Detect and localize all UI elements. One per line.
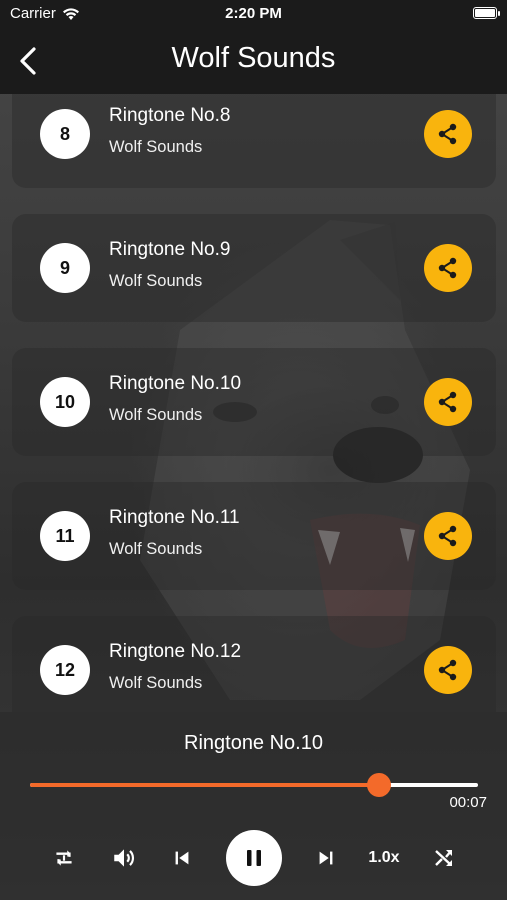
ringtone-title: Ringtone No.9 bbox=[109, 239, 231, 260]
progress-slider[interactable] bbox=[30, 773, 478, 797]
ringtone-item[interactable]: 10 Ringtone No.10 Wolf Sounds bbox=[12, 348, 496, 456]
share-icon bbox=[438, 659, 457, 681]
progress-played bbox=[30, 783, 380, 787]
nav-bar: Wolf Sounds bbox=[0, 28, 507, 94]
ringtone-number-badge: 8 bbox=[40, 109, 90, 159]
pause-button[interactable] bbox=[226, 830, 282, 886]
status-time: 2:20 PM bbox=[225, 5, 282, 22]
volume-button[interactable] bbox=[108, 830, 140, 886]
battery-icon bbox=[473, 7, 500, 19]
audio-player: Ringtone No.10 00:07 1.0x bbox=[0, 712, 507, 900]
ringtone-title: Ringtone No.10 bbox=[109, 373, 242, 394]
previous-icon bbox=[175, 851, 189, 865]
page-title: Wolf Sounds bbox=[171, 42, 336, 74]
share-button[interactable] bbox=[424, 244, 472, 292]
next-button[interactable] bbox=[310, 830, 342, 886]
ringtone-number-badge: 10 bbox=[40, 377, 90, 427]
ringtone-subtitle: Wolf Sounds bbox=[109, 138, 203, 156]
ringtone-title: Ringtone No.11 bbox=[109, 507, 240, 528]
ringtone-item[interactable]: 11 Ringtone No.11 Wolf Sounds bbox=[12, 482, 496, 590]
repeat-icon bbox=[56, 850, 72, 866]
battery-level bbox=[475, 9, 495, 17]
status-bar: Carrier 2:20 PM bbox=[0, 0, 507, 28]
ringtone-item[interactable]: 12 Ringtone No.12 Wolf Sounds bbox=[12, 616, 496, 712]
shuffle-button[interactable] bbox=[428, 830, 460, 886]
volume-icon bbox=[114, 849, 134, 867]
now-playing-title: Ringtone No.10 bbox=[184, 732, 323, 754]
ringtone-number-badge: 9 bbox=[40, 243, 90, 293]
progress-thumb[interactable] bbox=[367, 773, 392, 797]
share-button[interactable] bbox=[424, 110, 472, 158]
next-icon bbox=[319, 851, 333, 865]
shuffle-icon bbox=[435, 850, 452, 866]
previous-button[interactable] bbox=[166, 830, 198, 886]
share-button[interactable] bbox=[424, 646, 472, 694]
ringtone-number-badge: 11 bbox=[40, 511, 90, 561]
app-screen: Carrier 2:20 PM Wolf Sounds 8 Ringtone N… bbox=[0, 0, 507, 900]
ringtone-subtitle: Wolf Sounds bbox=[109, 406, 203, 424]
ringtone-number-badge: 12 bbox=[40, 645, 90, 695]
ringtone-subtitle: Wolf Sounds bbox=[109, 674, 203, 692]
playback-speed-button[interactable]: 1.0x bbox=[362, 830, 406, 886]
ringtone-subtitle: Wolf Sounds bbox=[109, 272, 203, 290]
ringtone-title: Ringtone No.12 bbox=[109, 641, 242, 662]
player-controls: 1.0x bbox=[0, 830, 507, 886]
share-icon bbox=[438, 257, 457, 279]
share-icon bbox=[438, 525, 457, 547]
ringtone-title: Ringtone No.8 bbox=[109, 105, 231, 126]
repeat-button[interactable] bbox=[48, 830, 80, 886]
ringtone-list[interactable]: 8 Ringtone No.8 Wolf Sounds 9 Ringtone N… bbox=[0, 94, 507, 712]
share-button[interactable] bbox=[424, 378, 472, 426]
share-icon bbox=[438, 123, 457, 145]
ringtone-item[interactable]: 9 Ringtone No.9 Wolf Sounds bbox=[12, 214, 496, 322]
elapsed-time: 00:07 bbox=[449, 794, 487, 811]
ringtone-subtitle: Wolf Sounds bbox=[109, 540, 203, 558]
pause-icon bbox=[247, 850, 261, 866]
share-icon bbox=[438, 391, 457, 413]
ringtone-item[interactable]: 8 Ringtone No.8 Wolf Sounds bbox=[12, 94, 496, 188]
share-button[interactable] bbox=[424, 512, 472, 560]
